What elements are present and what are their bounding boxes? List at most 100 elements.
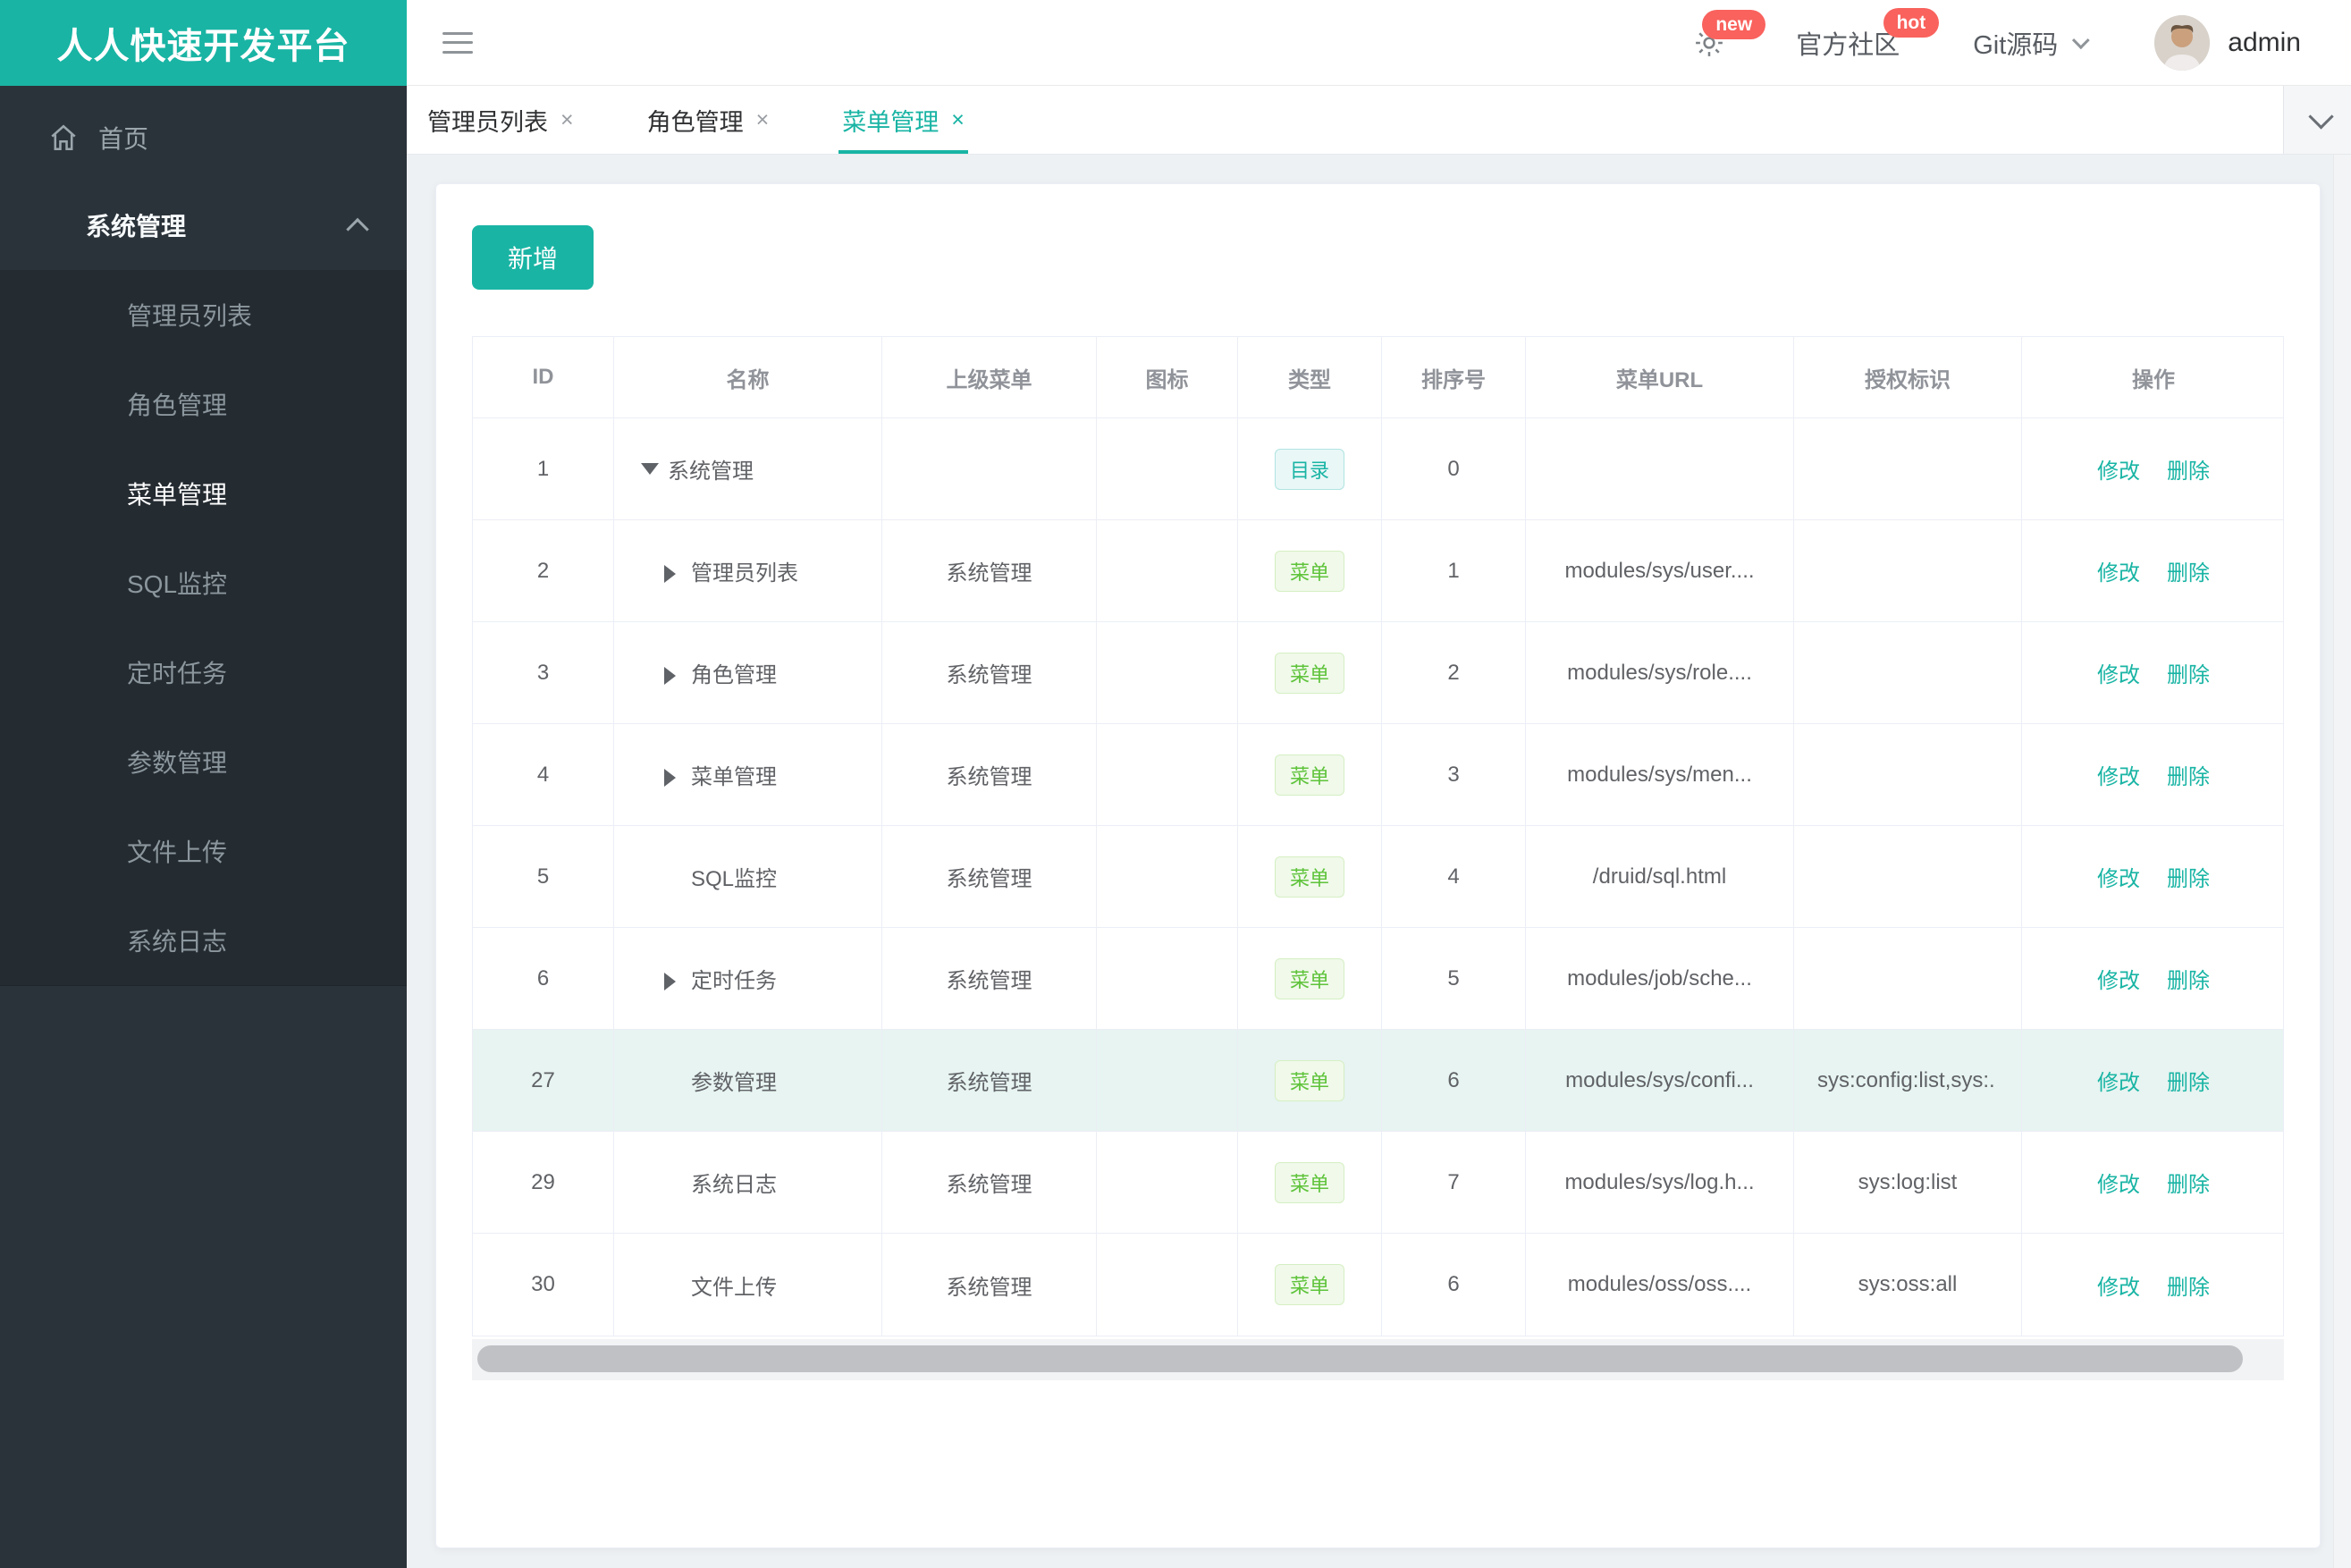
cell-icon: [1097, 418, 1238, 519]
cell-url: modules/job/sche...: [1526, 928, 1794, 1029]
edit-link[interactable]: 修改: [2097, 1269, 2140, 1301]
delete-link[interactable]: 删除: [2167, 453, 2210, 485]
sidebar-item-label: 角色管理: [127, 392, 228, 419]
cell-parent: 系统管理: [882, 724, 1097, 825]
delete-link[interactable]: 删除: [2167, 1065, 2210, 1096]
sidebar-home-label: 首页: [98, 125, 149, 153]
cell-name: 菜单管理: [691, 765, 777, 789]
sidebar-item-sql-monitor[interactable]: SQL监控: [0, 538, 407, 628]
expand-arrow-icon[interactable]: [664, 766, 682, 787]
edit-link[interactable]: 修改: [2097, 1167, 2140, 1198]
close-icon[interactable]: ×: [560, 107, 574, 133]
cell-parent: 系统管理: [882, 520, 1097, 621]
sidebar-item-menu-mgmt[interactable]: 菜单管理: [0, 449, 407, 538]
cell-icon: [1097, 622, 1238, 723]
delete-link[interactable]: 删除: [2167, 963, 2210, 994]
cell-sort: 2: [1382, 622, 1526, 723]
cell-id: 6: [473, 928, 614, 1029]
tab-label: 管理员列表: [427, 108, 548, 136]
edit-link[interactable]: 修改: [2097, 657, 2140, 688]
sidebar-item-param-mgmt[interactable]: 参数管理: [0, 717, 407, 806]
add-button[interactable]: 新增: [472, 225, 594, 290]
cell-parent: 系统管理: [882, 622, 1097, 723]
horizontal-scrollbar-track[interactable]: [472, 1339, 2284, 1380]
table-row: 6 定时任务 系统管理 菜单 5 modules/job/sche... 修改删…: [473, 928, 2283, 1030]
community-link[interactable]: 官方社区 hot: [1796, 7, 1940, 62]
expand-arrow-icon[interactable]: [664, 664, 682, 685]
sidebar-item-system-log[interactable]: 系统日志: [0, 896, 407, 985]
cell-id: 2: [473, 520, 614, 621]
tab-role-mgmt[interactable]: 角色管理 ×: [647, 86, 770, 154]
sidebar-item-label: SQL监控: [127, 570, 228, 598]
edit-link[interactable]: 修改: [2097, 963, 2140, 994]
edit-link[interactable]: 修改: [2097, 1065, 2140, 1096]
sidebar-item-role-mgmt[interactable]: 角色管理: [0, 359, 407, 449]
brand-logo[interactable]: 人人快速开发平台: [0, 0, 407, 86]
sidebar-item-admin-list[interactable]: 管理员列表: [0, 270, 407, 359]
cell-perm: sys:log:list: [1794, 1132, 2022, 1233]
username[interactable]: admin: [2228, 28, 2301, 58]
hamburger-menu-icon[interactable]: [442, 31, 473, 54]
sidebar-item-home[interactable]: 首页: [0, 95, 407, 181]
col-header-id: ID: [473, 337, 614, 417]
cell-icon: [1097, 1132, 1238, 1233]
collapse-arrow-icon[interactable]: [641, 460, 659, 478]
cell-perm: [1794, 724, 2022, 825]
tab-label: 菜单管理: [842, 108, 940, 136]
cell-icon: [1097, 1030, 1238, 1131]
tabs-dropdown-button[interactable]: [2283, 86, 2351, 154]
cell-sort: 6: [1382, 1030, 1526, 1131]
tab-label: 角色管理: [646, 108, 744, 136]
delete-link[interactable]: 删除: [2167, 657, 2210, 688]
edit-link[interactable]: 修改: [2097, 759, 2140, 790]
horizontal-scrollbar-thumb[interactable]: [477, 1345, 2243, 1372]
sidebar-submenu: 管理员列表 角色管理 菜单管理 SQL监控 定时任务 参数管理 文件上传 系统日…: [0, 270, 407, 986]
tab-admin-list[interactable]: 管理员列表 ×: [427, 86, 574, 154]
git-source-dropdown[interactable]: Git源码: [1973, 24, 2091, 62]
cell-perm: [1794, 418, 2022, 519]
sidebar-item-file-upload[interactable]: 文件上传: [0, 806, 407, 896]
cell-id: 1: [473, 418, 614, 519]
col-header-sort: 排序号: [1382, 337, 1526, 417]
expand-arrow-icon[interactable]: [664, 970, 682, 991]
edit-link[interactable]: 修改: [2097, 453, 2140, 485]
hot-badge: hot: [1883, 7, 1940, 38]
type-tag: 菜单: [1274, 550, 1344, 592]
edit-link[interactable]: 修改: [2097, 555, 2140, 586]
type-tag: 菜单: [1274, 1059, 1344, 1101]
settings-gear-button[interactable]: new: [1692, 9, 1766, 60]
cell-sort: 4: [1382, 826, 1526, 927]
chevron-down-icon: [2072, 30, 2091, 49]
cell-parent: 系统管理: [882, 826, 1097, 927]
cell-sort: 5: [1382, 928, 1526, 1029]
cell-url: modules/sys/user....: [1526, 520, 1794, 621]
header-actions: new 官方社区 hot Git源码 admin: [1692, 7, 2351, 71]
user-avatar[interactable]: [2154, 14, 2211, 71]
sidebar-item-label: 菜单管理: [127, 481, 228, 509]
cell-url: modules/sys/log.h...: [1526, 1132, 1794, 1233]
cell-id: 27: [473, 1030, 614, 1131]
git-source-label: Git源码: [1973, 30, 2059, 60]
vertical-scrollbar[interactable]: [2333, 155, 2351, 1568]
cell-name: 定时任务: [691, 969, 777, 993]
delete-link[interactable]: 删除: [2167, 759, 2210, 790]
cell-sort: 7: [1382, 1132, 1526, 1233]
edit-link[interactable]: 修改: [2097, 861, 2140, 892]
cell-name: 系统日志: [691, 1173, 777, 1197]
sidebar-item-scheduled-tasks[interactable]: 定时任务: [0, 628, 407, 717]
expand-arrow-icon[interactable]: [664, 562, 682, 583]
sidebar-section-label: 系统管理: [86, 213, 187, 240]
close-icon[interactable]: ×: [951, 107, 965, 133]
type-tag: 目录: [1274, 448, 1344, 490]
sidebar-section-system[interactable]: 系统管理: [0, 181, 407, 270]
sidebar: 人人快速开发平台 首页 系统管理 管理员列表 角色管理 菜单管理 SQL监控 定…: [0, 0, 407, 1568]
delete-link[interactable]: 删除: [2167, 861, 2210, 892]
table-row: 29 系统日志 系统管理 菜单 7 modules/sys/log.h... s…: [473, 1132, 2283, 1234]
close-icon[interactable]: ×: [756, 107, 770, 133]
cell-perm: sys:config:list,sys:.: [1794, 1030, 2022, 1131]
delete-link[interactable]: 删除: [2167, 555, 2210, 586]
delete-link[interactable]: 删除: [2167, 1167, 2210, 1198]
delete-link[interactable]: 删除: [2167, 1269, 2210, 1301]
cell-sort: 3: [1382, 724, 1526, 825]
tab-menu-mgmt[interactable]: 菜单管理 ×: [838, 86, 968, 154]
